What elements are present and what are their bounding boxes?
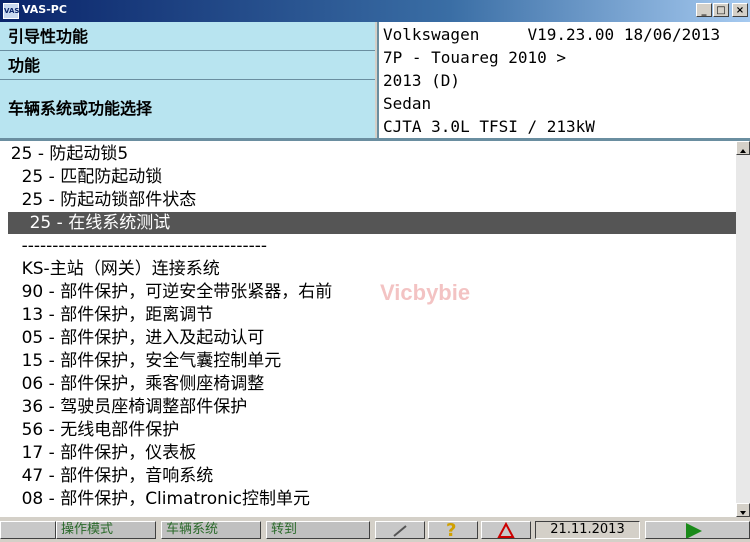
list-item[interactable]: 05 - 部件保护，进入及起动认可	[0, 327, 736, 349]
warning-button[interactable]	[481, 521, 531, 539]
list-item[interactable]: 08 - 部件保护，Climatronic控制单元	[0, 488, 736, 510]
list-item[interactable]: 25 - 匹配防起动锁	[0, 166, 736, 188]
vehicle-system-button[interactable]: 车辆系统	[161, 521, 261, 539]
list-item[interactable]: 25 - 防起动锁5	[0, 143, 736, 165]
goto-button[interactable]: 转到	[266, 521, 370, 539]
list-item[interactable]: 15 - 部件保护，安全气囊控制单元	[0, 350, 736, 372]
list-divider: ----------------------------------------	[0, 236, 267, 256]
print-icon	[393, 525, 407, 537]
vehicle-model: 7P - Touareg 2010 >	[383, 48, 567, 67]
warning-triangle-icon	[497, 521, 515, 538]
function-list: 25 - 防起动锁5 25 - 匹配防起动锁 25 - 防起动锁部件状态 25 …	[0, 141, 736, 517]
date-display: 21.11.2013	[535, 521, 640, 539]
maximize-button[interactable]: □	[713, 3, 729, 17]
header-mode-label: 引导性功能	[0, 22, 375, 51]
vehicle-engine: CJTA 3.0L TFSI / 213kW	[383, 117, 595, 136]
list-item[interactable]: 06 - 部件保护，乘客侧座椅调整	[0, 373, 736, 395]
list-scrollbar[interactable]	[736, 141, 750, 517]
close-button[interactable]: ×	[732, 3, 748, 17]
header-function-label: 功能	[0, 51, 375, 80]
list-item[interactable]: 25 - 防起动锁部件状态	[0, 189, 736, 211]
scroll-down-button[interactable]	[736, 503, 750, 517]
header-instruction-label: 车辆系统或功能选择	[8, 99, 153, 118]
arrow-up-icon	[740, 149, 746, 153]
scroll-up-button[interactable]	[736, 141, 750, 155]
header-left-panel: 引导性功能 功能 车辆系统或功能选择	[0, 22, 375, 138]
operation-mode-button[interactable]: 操作模式	[56, 521, 156, 539]
window-title: VAS-PC	[22, 3, 67, 16]
vehicle-info-panel: Volkswagen V19.23.00 18/06/2013 7P - Tou…	[377, 22, 750, 138]
list-item[interactable]: 47 - 部件保护，音响系统	[0, 465, 736, 487]
app-icon: VAS	[3, 3, 19, 19]
toolbar-spacer	[0, 521, 56, 539]
vehicle-brand-version: Volkswagen V19.23.00 18/06/2013	[383, 25, 721, 44]
vehicle-year: 2013 (D)	[383, 71, 461, 90]
play-forward-icon	[686, 523, 702, 539]
list-item[interactable]: 17 - 部件保护，仪表板	[0, 442, 736, 464]
list-item-selected[interactable]: 25 - 在线系统测试	[8, 212, 736, 234]
list-item[interactable]: 36 - 驾驶员座椅调整部件保护	[0, 396, 736, 418]
title-bar: VAS VAS-PC _ □ ×	[0, 0, 750, 22]
bottom-toolbar: 操作模式 车辆系统 转到 ? 21.11.2013	[0, 517, 750, 541]
print-button[interactable]	[375, 521, 425, 539]
list-item[interactable]: KS-主站（网关）连接系统	[0, 258, 736, 280]
list-item[interactable]: 90 - 部件保护，可逆安全带张紧器，右前	[0, 281, 736, 303]
list-item[interactable]: 13 - 部件保护，距离调节	[0, 304, 736, 326]
help-icon: ?	[446, 520, 457, 541]
help-button[interactable]: ?	[428, 520, 478, 541]
list-item[interactable]: 56 - 无线电部件保护	[0, 419, 736, 441]
watermark-text: Vicbybie	[380, 280, 471, 305]
next-button[interactable]	[645, 521, 750, 539]
minimize-button[interactable]: _	[696, 3, 712, 17]
vehicle-body: Sedan	[383, 94, 432, 113]
